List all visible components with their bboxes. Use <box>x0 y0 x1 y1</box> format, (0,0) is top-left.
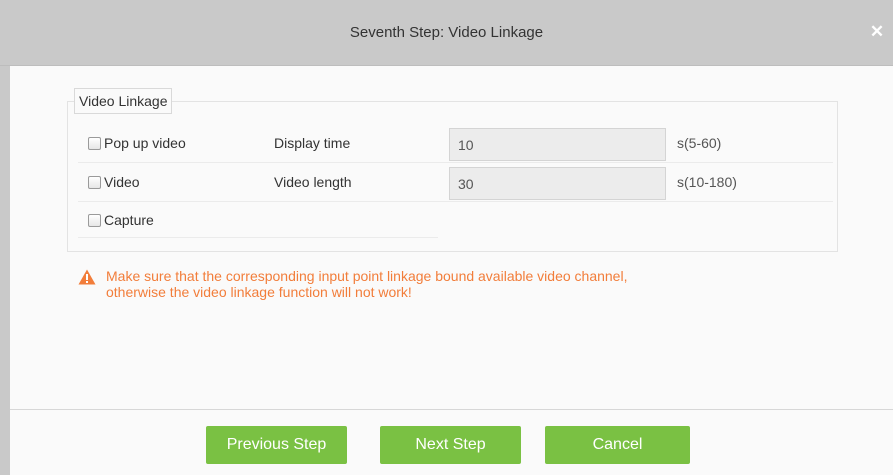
cancel-button[interactable]: Cancel <box>545 426 690 464</box>
row-divider <box>78 201 833 202</box>
row-pop-up-video: Pop up video Display time s(5-60) <box>88 128 838 161</box>
row-capture: Capture <box>88 205 438 235</box>
video-length-label: Video length <box>274 174 352 190</box>
dialog-titlebar: Seventh Step: Video Linkage ✕ <box>0 0 893 66</box>
row-divider <box>78 237 438 238</box>
row-divider <box>78 162 833 163</box>
fieldset-legend: Video Linkage <box>74 88 173 114</box>
previous-step-button[interactable]: Previous Step <box>206 426 347 464</box>
dialog-content: Video Linkage Pop up video Display time … <box>10 66 893 475</box>
close-icon[interactable]: ✕ <box>869 23 885 40</box>
video-checkbox[interactable] <box>88 175 101 189</box>
pop-up-video-label: Pop up video <box>104 135 186 151</box>
video-linkage-dialog: Seventh Step: Video Linkage ✕ Video Link… <box>0 0 893 475</box>
warning-message: Make sure that the corresponding input p… <box>78 268 798 300</box>
dialog-title: Seventh Step: Video Linkage <box>349 24 544 41</box>
warning-text: Make sure that the corresponding input p… <box>106 268 627 300</box>
dialog-left-edge <box>0 66 10 475</box>
video-length-range: s(10-180) <box>677 174 737 190</box>
footer-divider <box>10 409 893 410</box>
row-video: Video Video length s(10-180) <box>88 167 838 200</box>
display-time-input[interactable] <box>449 128 666 161</box>
video-label: Video <box>104 174 140 190</box>
display-time-label: Display time <box>274 135 351 151</box>
video-length-input[interactable] <box>449 167 666 200</box>
warning-triangle-icon <box>78 269 96 285</box>
pop-up-video-checkbox-wrap[interactable]: Pop up video <box>88 128 186 158</box>
next-step-button[interactable]: Next Step <box>380 426 521 464</box>
pop-up-video-checkbox[interactable] <box>88 136 101 150</box>
warning-line-2: otherwise the video linkage function wil… <box>106 284 412 300</box>
display-time-range: s(5-60) <box>677 135 722 151</box>
capture-checkbox[interactable] <box>88 213 101 227</box>
warning-line-1: Make sure that the corresponding input p… <box>106 268 628 284</box>
capture-label: Capture <box>104 212 154 228</box>
capture-checkbox-wrap[interactable]: Capture <box>88 205 154 235</box>
video-checkbox-wrap[interactable]: Video <box>88 167 140 197</box>
